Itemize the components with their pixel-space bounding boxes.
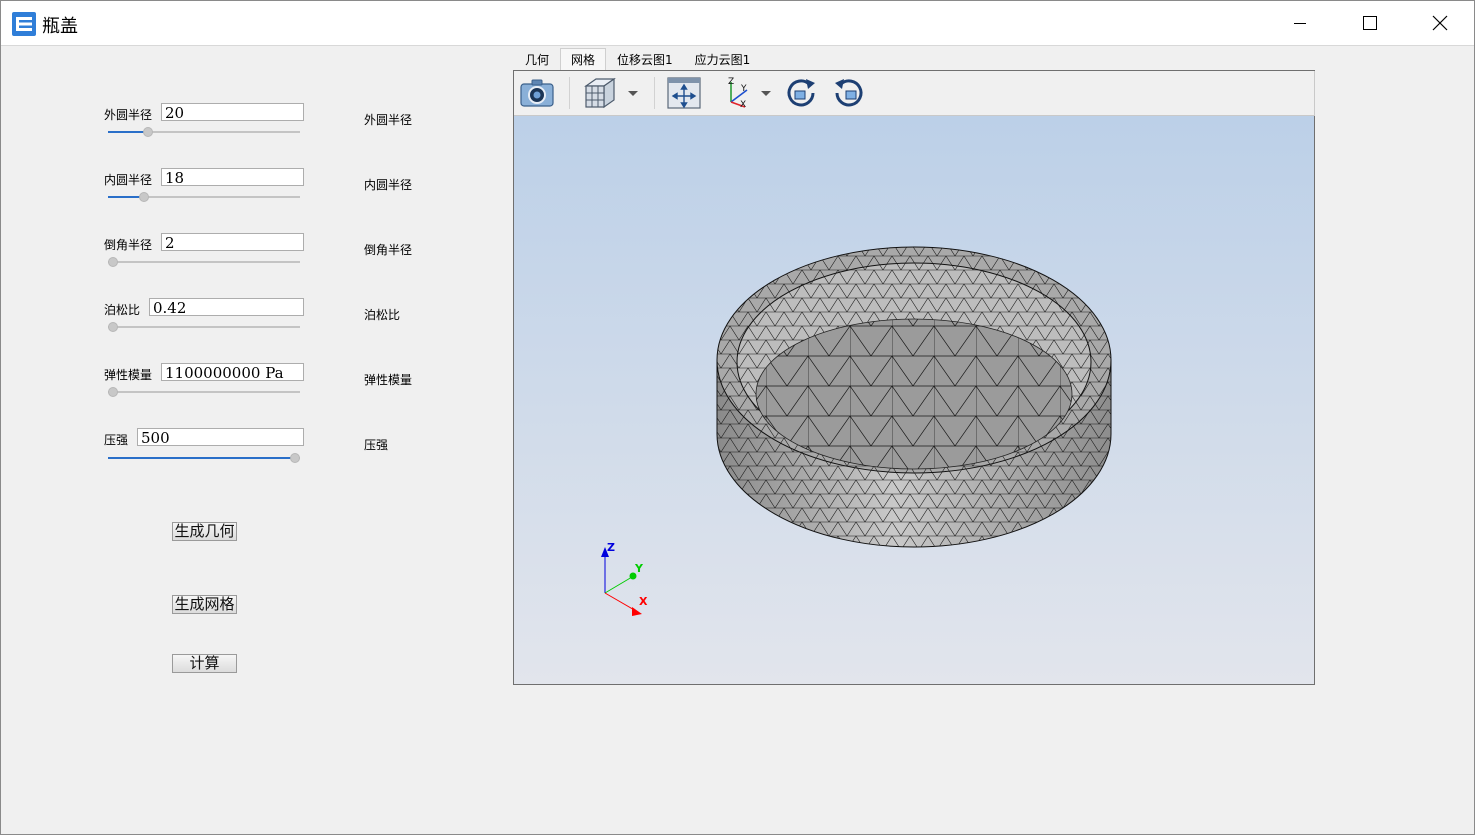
slider-thumb[interactable] [108, 257, 118, 267]
fillet-radius-slider[interactable] [108, 256, 300, 268]
tab-geometry[interactable]: 几何 [514, 48, 560, 70]
fillet-radius-input[interactable]: 2 [161, 233, 304, 251]
fillet-radius-label: 倒角半径 [104, 238, 153, 252]
tab-stress-contour[interactable]: 应力云图1 [684, 48, 762, 70]
fillet-radius-value-label: 倒角半径 [364, 243, 413, 257]
z-axis-label: Z [607, 541, 615, 554]
minimize-icon [1294, 23, 1306, 24]
svg-text:Y: Y [740, 84, 747, 94]
slider-thumb[interactable] [139, 192, 149, 202]
pressure-input[interactable]: 500 [137, 428, 304, 446]
svg-text:X: X [740, 100, 746, 110]
pressure-slider[interactable] [108, 452, 300, 464]
view-cube-dropdown[interactable] [580, 75, 642, 111]
maximize-button[interactable] [1335, 1, 1405, 45]
slider-thumb[interactable] [143, 127, 153, 137]
maximize-icon [1363, 16, 1377, 30]
rotate-ccw-icon [835, 79, 863, 107]
tab-mesh[interactable]: 网格 [560, 48, 607, 70]
app-window: 瓶盖 外圆半径 20 外圆半径 内圆半径 18 内圆半径 倒角半径 2 倒角半径 [0, 0, 1475, 835]
chevron-down-icon [628, 91, 638, 96]
axes-icon: Z Y X [728, 77, 748, 110]
close-button[interactable] [1405, 1, 1475, 45]
elastic-modulus-value-label: 弹性模量 [364, 373, 413, 387]
x-axis-label: X [639, 595, 648, 608]
rotate-cw-icon [787, 79, 815, 107]
poisson-ratio-input[interactable]: 0.42 [149, 298, 304, 316]
app-logo-icon [12, 12, 36, 36]
elastic-modulus-label: 弹性模量 [104, 368, 153, 382]
close-icon [1432, 15, 1448, 31]
rotate-counterclockwise-button[interactable] [830, 75, 868, 111]
bottle-cap-mesh-model[interactable]: Z Y X [514, 116, 1314, 684]
viewer-toolbar: Z Y X [514, 71, 1315, 116]
poisson-ratio-slider[interactable] [108, 321, 300, 333]
fit-view-button[interactable] [665, 75, 703, 111]
compute-button[interactable]: 计算 [172, 654, 237, 673]
slider-thumb[interactable] [290, 453, 300, 463]
outer-radius-input[interactable]: 20 [161, 103, 304, 121]
inner-radius-input[interactable]: 18 [161, 168, 304, 186]
window-title: 瓶盖 [42, 16, 78, 37]
slider-thumb[interactable] [108, 387, 118, 397]
outer-radius-label: 外圆半径 [104, 108, 153, 122]
cube-view-icon [584, 77, 616, 109]
title-bar[interactable]: 瓶盖 [1, 1, 1474, 46]
outer-radius-slider[interactable] [108, 126, 300, 138]
chevron-down-icon [761, 91, 771, 96]
main-client-area: 外圆半径 20 外圆半径 内圆半径 18 内圆半径 倒角半径 2 倒角半径 泊松… [1, 46, 1474, 834]
3d-viewer: Z Y X Z Y X [513, 70, 1315, 685]
minimize-button[interactable] [1265, 1, 1335, 45]
generate-mesh-button[interactable]: 生成网格 [172, 595, 237, 614]
tab-displacement-contour[interactable]: 位移云图1 [606, 48, 684, 70]
screenshot-button[interactable] [518, 75, 556, 111]
y-axis-label: Y [634, 562, 644, 575]
axes-dropdown[interactable]: Z Y X [717, 75, 777, 111]
slider-thumb[interactable] [108, 322, 118, 332]
render-scene[interactable]: Z Y X [514, 116, 1314, 684]
rotate-clockwise-button[interactable] [782, 75, 820, 111]
poisson-ratio-value-label: 泊松比 [364, 308, 401, 322]
poisson-ratio-label: 泊松比 [104, 303, 141, 317]
outer-radius-value-label: 外圆半径 [364, 113, 413, 127]
fit-view-icon [667, 77, 701, 109]
elastic-modulus-slider[interactable] [108, 386, 300, 398]
pressure-label: 压强 [104, 433, 129, 447]
inner-radius-slider[interactable] [108, 191, 300, 203]
generate-geometry-button[interactable]: 生成几何 [172, 522, 237, 541]
inner-radius-value-label: 内圆半径 [364, 178, 413, 192]
elastic-modulus-input[interactable]: 1100000000 Pa [161, 363, 304, 381]
view-tabs: 几何 网格 位移云图1 应力云图1 [514, 48, 761, 71]
inner-radius-label: 内圆半径 [104, 173, 153, 187]
axes-triad: Z Y X [601, 541, 648, 616]
camera-icon [520, 79, 554, 107]
svg-text:Z: Z [728, 77, 734, 87]
pressure-value-label: 压强 [364, 438, 389, 452]
